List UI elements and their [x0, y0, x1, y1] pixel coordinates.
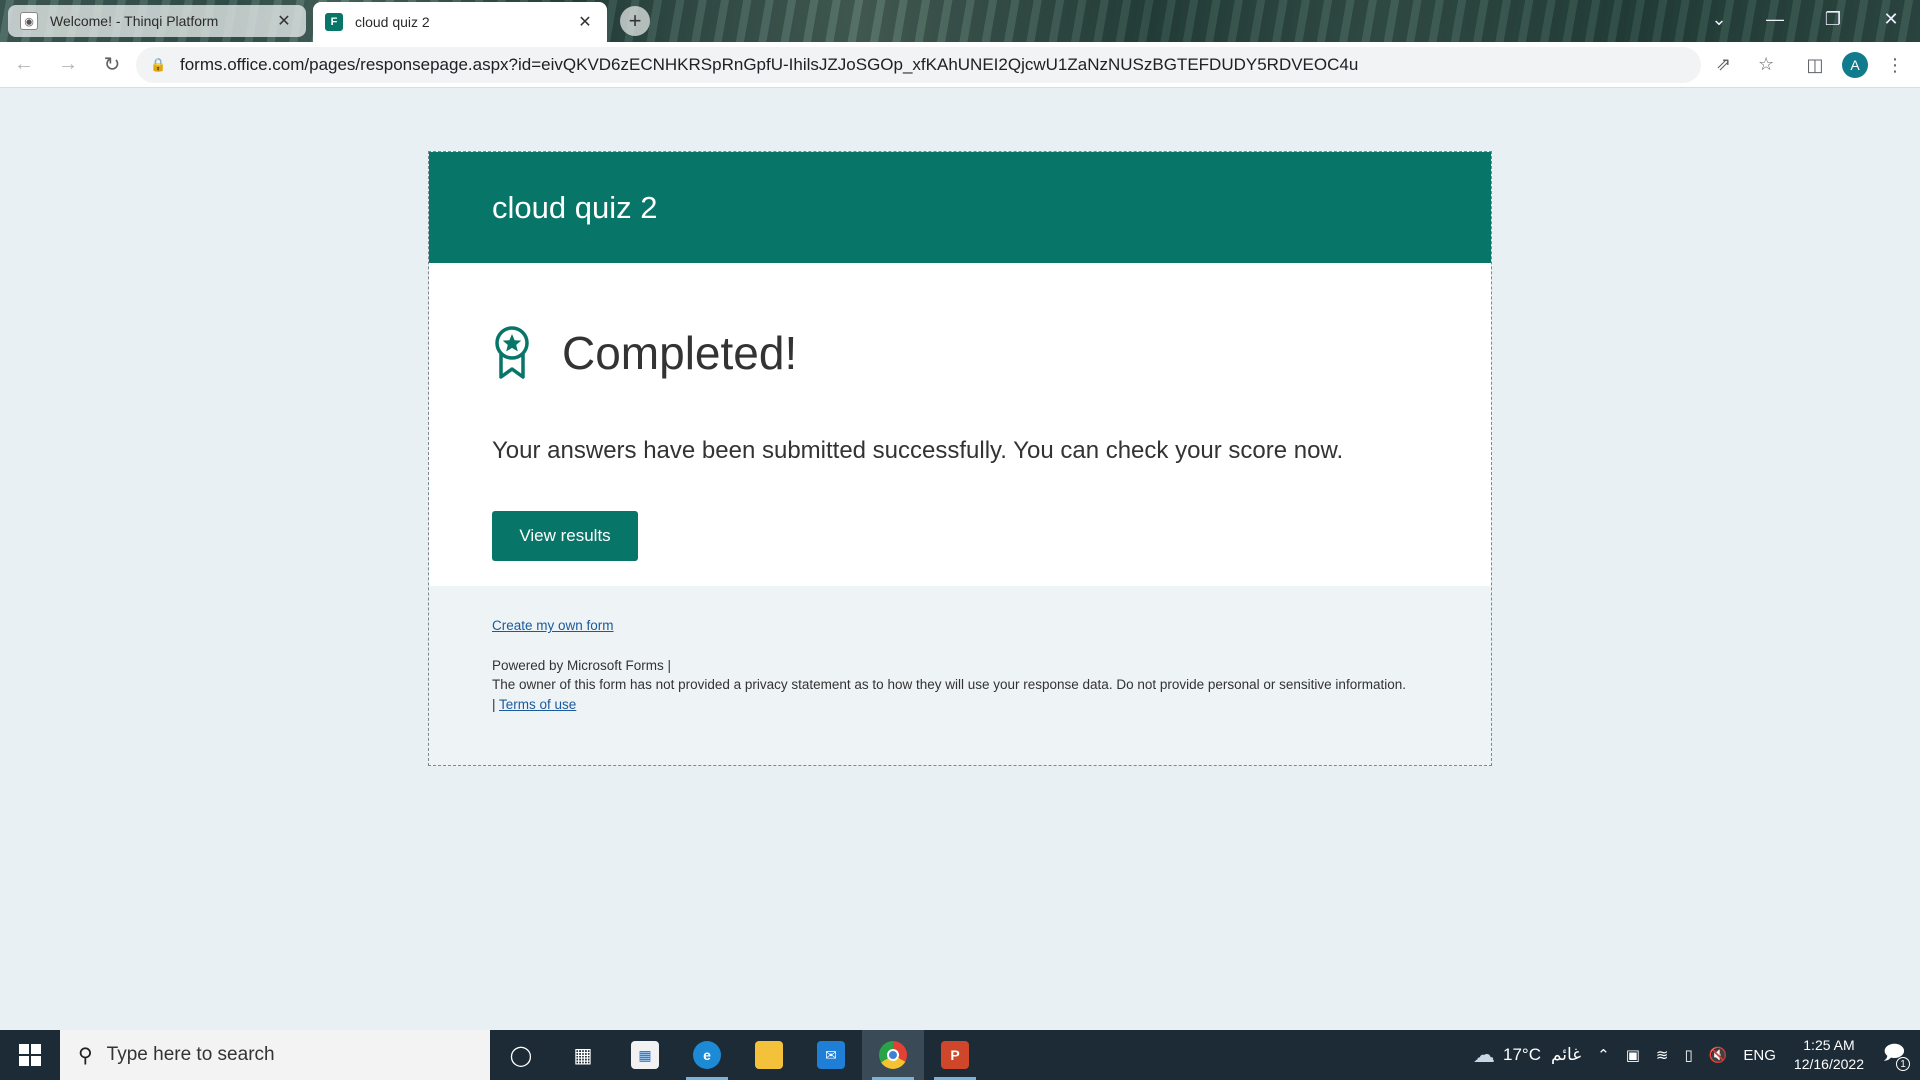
- edge-icon: e: [693, 1041, 721, 1069]
- avatar: A: [1842, 52, 1868, 78]
- award-ribbon-icon: [495, 326, 529, 379]
- meet-icon[interactable]: ▣: [1626, 1046, 1640, 1064]
- terms-row: | Terms of use: [492, 695, 1428, 715]
- chevron-down-icon: ⌄: [1711, 8, 1727, 29]
- powerpoint-icon: P: [941, 1041, 969, 1069]
- form-body: Completed! Your answers have been submit…: [429, 263, 1491, 586]
- powerpoint-app[interactable]: P: [924, 1030, 986, 1080]
- profile-button[interactable]: A: [1838, 48, 1872, 82]
- form-footer: Create my own form Powered by Microsoft …: [429, 586, 1491, 714]
- weather-desc: غائم: [1550, 1045, 1582, 1064]
- battery-icon[interactable]: ▯: [1684, 1046, 1692, 1064]
- completed-heading: Completed!: [562, 327, 798, 379]
- star-icon[interactable]: ☆: [1758, 54, 1774, 75]
- tab-title: Welcome! - Thinqi Platform: [50, 13, 219, 29]
- privacy-text: The owner of this form has not provided …: [492, 677, 1406, 692]
- clock-time: 1:25 AM: [1803, 1037, 1855, 1053]
- close-icon: ✕: [1883, 8, 1899, 29]
- back-button[interactable]: ←: [4, 45, 44, 85]
- powered-by-text: Powered by Microsoft Forms |: [492, 657, 672, 673]
- taskbar-search[interactable]: ⚲ Type here to search: [60, 1030, 490, 1080]
- close-icon[interactable]: ✕: [575, 12, 595, 32]
- form-header: cloud quiz 2: [429, 152, 1491, 263]
- action-center-button[interactable]: 🗩 1: [1876, 1037, 1912, 1073]
- arrow-right-icon: →: [58, 53, 78, 75]
- browser-tab-strip: ◉ Welcome! - Thinqi Platform ✕ F cloud q…: [0, 0, 1920, 42]
- wifi-icon[interactable]: ≋: [1656, 1046, 1669, 1064]
- close-icon[interactable]: ✕: [274, 11, 294, 31]
- file-explorer-app[interactable]: [738, 1030, 800, 1080]
- submission-message: Your answers have been submitted success…: [492, 437, 1344, 464]
- tab-thinqi[interactable]: ◉ Welcome! - Thinqi Platform ✕: [8, 5, 306, 37]
- tab-search-button[interactable]: ⌄: [1696, 0, 1742, 38]
- forward-button[interactable]: →: [48, 45, 88, 85]
- tab-title: cloud quiz 2: [355, 14, 430, 30]
- cloud-icon: ☁: [1473, 1042, 1495, 1067]
- separator: |: [492, 696, 496, 712]
- chrome-icon: [879, 1041, 907, 1069]
- side-panel-icon: ◫: [1806, 54, 1824, 75]
- browser-toolbar: ← → ↻ 🔒 forms.office.com/pages/responsep…: [0, 42, 1920, 88]
- view-results-button[interactable]: View results: [492, 511, 638, 561]
- windows-taskbar: ⚲ Type here to search ◯ ▦ ▦ e ✉ P ☁ 17°C…: [0, 1030, 1920, 1080]
- clock-date: 12/16/2022: [1793, 1056, 1864, 1072]
- cortana-button[interactable]: ◯: [490, 1030, 552, 1080]
- edge-app[interactable]: e: [676, 1030, 738, 1080]
- store-icon: ▦: [631, 1041, 659, 1069]
- restore-icon: ❐: [1824, 8, 1842, 29]
- new-tab-button[interactable]: +: [620, 6, 650, 36]
- cortana-circle-icon: ◯: [509, 1044, 533, 1067]
- clock[interactable]: 1:25 AM 12/16/2022: [1794, 1036, 1864, 1074]
- address-bar[interactable]: 🔒 forms.office.com/pages/responsepage.as…: [136, 47, 1774, 83]
- mail-icon: ✉: [817, 1041, 845, 1069]
- forms-favicon-icon: F: [325, 13, 343, 31]
- microsoft-store-app[interactable]: ▦: [614, 1030, 676, 1080]
- lock-icon: 🔒: [150, 57, 167, 72]
- close-window-button[interactable]: ✕: [1868, 0, 1914, 38]
- create-form-link[interactable]: Create my own form: [492, 616, 1428, 636]
- side-panel-button[interactable]: ◫: [1798, 48, 1832, 82]
- form-title: cloud quiz 2: [492, 189, 658, 225]
- task-view-button[interactable]: ▦: [552, 1030, 614, 1080]
- tab-cloud-quiz[interactable]: F cloud quiz 2 ✕: [313, 2, 607, 42]
- thinqi-favicon-icon: ◉: [20, 12, 38, 30]
- weather-widget[interactable]: ☁ 17°C غائم: [1473, 1042, 1581, 1068]
- start-button[interactable]: [0, 1030, 60, 1080]
- weather-temp: 17°C: [1503, 1045, 1541, 1064]
- system-tray: ☁ 17°C غائم ⌃ ▣ ≋ ▯ 🔇 ENG 1:25 AM 12/16/…: [1465, 1030, 1920, 1080]
- windows-logo-icon: [19, 1044, 41, 1066]
- language-indicator[interactable]: ENG: [1743, 1047, 1776, 1064]
- chevron-up-icon[interactable]: ⌃: [1597, 1046, 1610, 1064]
- restore-button[interactable]: ❐: [1810, 0, 1856, 38]
- plus-icon: +: [628, 8, 642, 33]
- arrow-left-icon: ←: [14, 53, 34, 75]
- menu-button[interactable]: ⋮: [1878, 48, 1912, 82]
- terms-of-use-link[interactable]: Terms of use: [499, 697, 576, 712]
- mail-app[interactable]: ✉: [800, 1030, 862, 1080]
- reload-button[interactable]: ↻: [92, 45, 132, 85]
- share-icon[interactable]: ⇗: [1716, 54, 1731, 75]
- notification-badge: 1: [1896, 1057, 1910, 1071]
- minimize-icon: —: [1766, 8, 1784, 29]
- volume-muted-icon[interactable]: 🔇: [1709, 1046, 1728, 1064]
- chrome-app[interactable]: [862, 1030, 924, 1080]
- folder-icon: [755, 1041, 783, 1069]
- task-view-icon: ▦: [573, 1044, 593, 1067]
- completed-row: Completed!: [492, 323, 1428, 383]
- minimize-button[interactable]: —: [1752, 0, 1798, 38]
- more-vertical-icon: ⋮: [1886, 54, 1904, 75]
- search-icon: ⚲: [78, 1044, 93, 1067]
- reload-icon: ↻: [103, 54, 121, 76]
- search-placeholder: Type here to search: [106, 1044, 275, 1065]
- form-card: cloud quiz 2 Completed! Your answers hav…: [428, 151, 1492, 766]
- url-text[interactable]: forms.office.com/pages/responsepage.aspx…: [180, 55, 1358, 75]
